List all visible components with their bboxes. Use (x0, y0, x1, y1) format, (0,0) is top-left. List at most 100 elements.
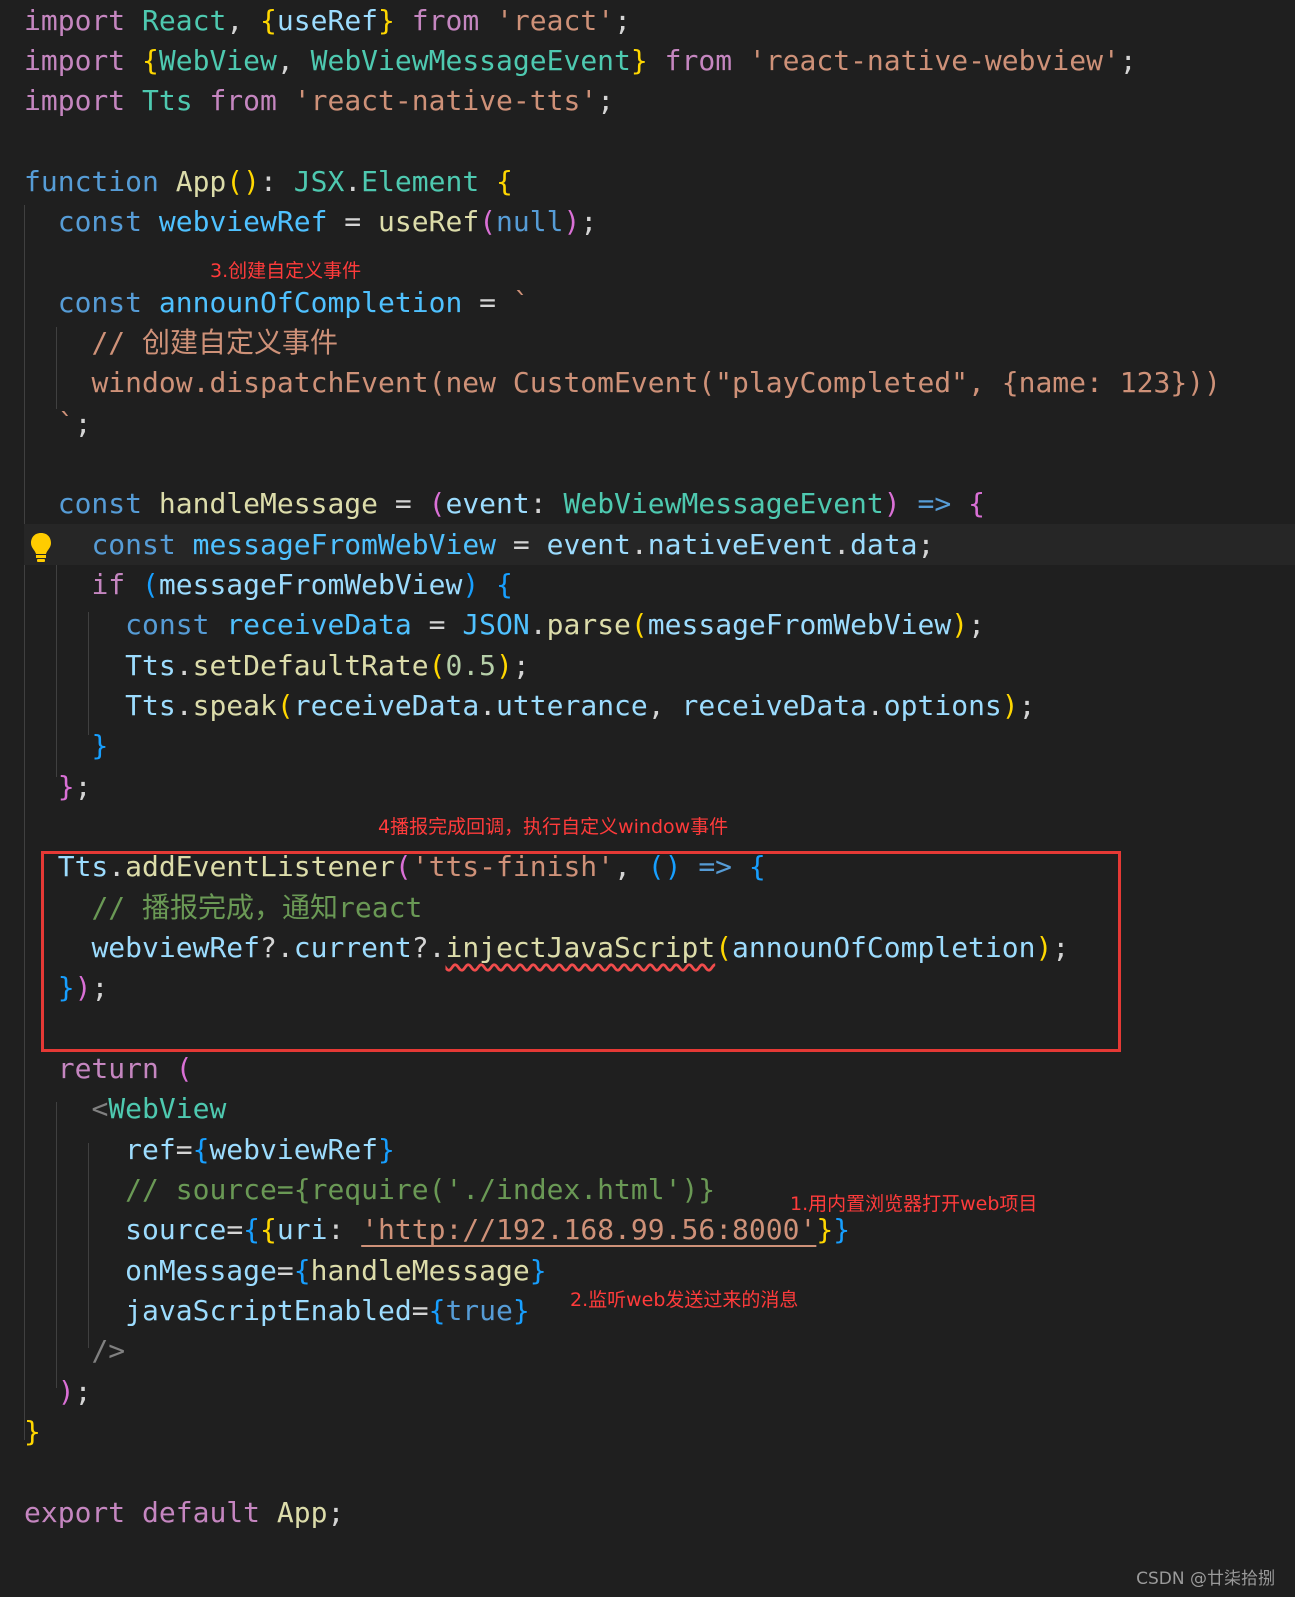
code-line[interactable]: import {WebView, WebViewMessageEvent} fr… (0, 40, 1137, 81)
code-token: . (833, 528, 851, 561)
annotation-step2: 2.监听web发送过来的消息 (570, 1289, 799, 1311)
code-line[interactable]: }; (0, 766, 92, 807)
code-token: data (850, 528, 918, 561)
code-token: ; (74, 1375, 92, 1408)
code-token: ) (563, 205, 581, 238)
code-token: = (411, 608, 463, 641)
code-token: ( (175, 1052, 193, 1085)
code-line[interactable] (0, 120, 24, 161)
code-token: App (276, 1496, 328, 1529)
code-line[interactable]: } (0, 725, 108, 766)
code-line[interactable]: return ( (0, 1048, 193, 1089)
code-token: source (125, 1213, 227, 1246)
code-line[interactable] (0, 443, 24, 484)
code-line[interactable]: onMessage={handleMessage} (0, 1250, 546, 1291)
code-token: ; (580, 205, 598, 238)
code-line[interactable] (0, 241, 24, 282)
code-token: ; (327, 1496, 345, 1529)
code-token: ; (917, 528, 935, 561)
code-token: , (276, 44, 311, 77)
code-line[interactable] (0, 1008, 24, 1049)
code-token: = (276, 1254, 294, 1287)
code-line[interactable]: /> (0, 1330, 125, 1371)
code-line[interactable]: // 创建自定义事件 (0, 322, 338, 363)
code-line[interactable]: function App(): JSX.Element { (0, 161, 513, 202)
code-token: null (496, 205, 564, 238)
code-token: onMessage (125, 1254, 277, 1287)
code-token: . (175, 649, 193, 682)
code-token: Element (361, 165, 480, 198)
code-token: ; (614, 4, 631, 37)
code-line[interactable]: Tts.setDefaultRate(0.5); (0, 645, 530, 686)
code-token: ` (512, 286, 530, 319)
code-line[interactable]: const announOfCompletion = ` (0, 282, 530, 323)
code-token: 0.5 (445, 649, 497, 682)
code-line[interactable]: ); (0, 1371, 92, 1412)
code-token: webviewRef (158, 205, 328, 238)
code-token: parse (546, 608, 631, 641)
code-line[interactable]: window.dispatchEvent(new CustomEvent("pl… (0, 362, 1220, 403)
code-token: 'http://192.168.99.56:8000' (361, 1213, 817, 1246)
code-token: import (24, 4, 126, 37)
code-line[interactable]: const handleMessage = (event: WebViewMes… (0, 483, 985, 524)
code-token: : (529, 487, 564, 520)
code-token: { (243, 1213, 261, 1246)
code-line[interactable]: const receiveData = JSON.parse(messageFr… (0, 604, 985, 645)
code-token: useRef (378, 205, 480, 238)
code-token: = (378, 487, 429, 520)
code-token: { (192, 1133, 210, 1166)
code-token: = (226, 1213, 244, 1246)
code-token: JSX (293, 165, 345, 198)
code-token: default (142, 1496, 261, 1529)
code-line[interactable]: source={{uri: 'http://192.168.99.56:8000… (0, 1209, 850, 1250)
code-line[interactable]: export default App; (0, 1492, 344, 1533)
code-token: ) (1001, 689, 1019, 722)
code-line[interactable] (0, 806, 24, 847)
code-token: webviewRef (209, 1133, 379, 1166)
code-token: useRef (276, 4, 379, 37)
code-token: 'react-native-webview' (748, 44, 1120, 77)
code-line[interactable]: Tts.speak(receiveData.utterance, receive… (0, 685, 1035, 726)
code-line[interactable]: const webviewRef = useRef(null); (0, 201, 597, 242)
code-editor[interactable]: import React, {useRef} from 'react'; impo… (0, 0, 1295, 1597)
code-token: { (260, 4, 277, 37)
code-line[interactable]: import React, {useRef} from 'react'; (0, 0, 631, 41)
code-token: const (57, 286, 143, 319)
code-token: uri (276, 1213, 328, 1246)
code-line[interactable]: const messageFromWebView = event.nativeE… (24, 524, 1295, 565)
code-token: ( (276, 689, 294, 722)
code-line[interactable] (0, 1451, 24, 1492)
code-line[interactable]: // source={require('./index.html')} (0, 1169, 715, 1210)
code-token: const (57, 205, 143, 238)
code-token: { (428, 1294, 446, 1327)
code-token: { (260, 1213, 277, 1246)
code-line[interactable]: if (messageFromWebView) { (0, 564, 512, 605)
code-line[interactable]: import Tts from 'react-native-tts'; (0, 80, 614, 121)
code-line[interactable]: ref={webviewRef} (0, 1129, 395, 1170)
code-line[interactable]: javaScriptEnabled={true} (0, 1290, 530, 1331)
code-line[interactable]: } (0, 1411, 41, 1452)
code-token: Tts (142, 84, 193, 117)
code-line[interactable]: <WebView (0, 1088, 226, 1129)
code-line[interactable]: `; (0, 403, 92, 444)
code-token: nativeEvent (647, 528, 834, 561)
code-token: // source={require('./index.html')} (125, 1173, 716, 1206)
code-token: from (411, 4, 480, 37)
code-token: messageFromWebView (158, 568, 463, 601)
code-token: = (175, 1133, 193, 1166)
lightbulb-icon[interactable] (30, 532, 52, 564)
